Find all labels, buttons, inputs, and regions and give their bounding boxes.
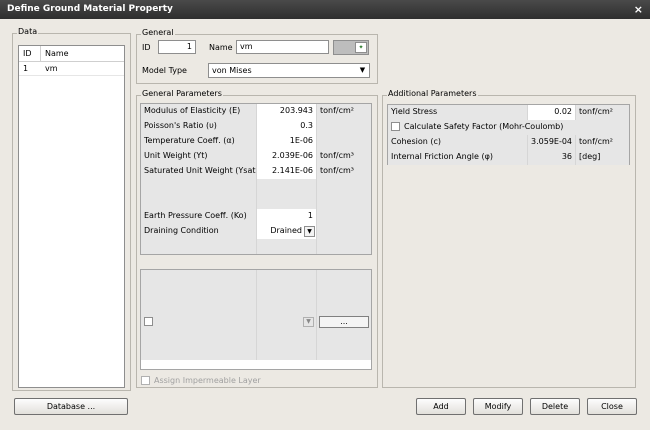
general-group-title: General — [141, 28, 175, 37]
window-title: Define Ground Material Property — [7, 4, 173, 14]
safety-factor-checkbox[interactable] — [391, 122, 400, 131]
param-label: Modulus of Elasticity (E) — [141, 104, 257, 119]
close-button[interactable]: Close — [587, 398, 637, 415]
name-field[interactable]: vm — [236, 40, 329, 54]
chevron-down-icon[interactable]: ▼ — [303, 317, 314, 327]
chevron-down-icon: ▼ — [359, 66, 366, 74]
param-label: Saturated Unit Weight (Ysat) — [141, 164, 257, 179]
title-bar: Define Ground Material Property × — [0, 0, 650, 19]
list-item-id: 1 — [23, 64, 29, 73]
param-value-field[interactable]: 0.3 — [257, 119, 317, 134]
friction-angle-field[interactable]: 36 — [528, 150, 576, 165]
table-row: Temperature Coeff. (α) 1E-06 — [141, 134, 371, 149]
param-unit: tonf/cm³ — [317, 164, 371, 179]
column-header-name[interactable]: Name — [41, 46, 69, 61]
id-field[interactable]: 1 — [158, 40, 196, 54]
param-value-field[interactable]: 203.943 — [257, 104, 317, 119]
cohesion-label: Cohesion (c) — [388, 135, 528, 150]
assign-impermeable-layer[interactable]: Assign Impermeable Layer — [141, 376, 261, 385]
friction-angle-label: Internal Friction Angle (φ) — [388, 150, 528, 165]
cohesion-field[interactable]: 3.059E-04 — [528, 135, 576, 150]
table-row: Modulus of Elasticity (E) 203.943 tonf/c… — [141, 104, 371, 119]
table-row: Earth Pressure Coeff. (Ko) 1 — [141, 209, 371, 224]
safety-factor-option[interactable]: Calculate Safety Factor (Mohr-Coulomb) — [388, 120, 629, 135]
additional-parameters-grid: Yield Stress 0.02 tonf/cm² Calculate Saf… — [387, 104, 630, 165]
data-list[interactable]: ID Name 1 vm — [18, 45, 125, 388]
model-type-select[interactable]: von Mises ▼ — [208, 63, 370, 78]
yield-stress-label: Yield Stress — [388, 105, 528, 120]
permeability-grid: ▼ ... — [140, 269, 372, 370]
close-icon[interactable]: × — [634, 0, 643, 19]
color-swatch-icon: ✦ — [355, 42, 367, 53]
drain-label: Draining Condition — [141, 224, 257, 239]
general-parameters-title: General Parameters — [141, 89, 223, 98]
general-parameters-grid: Modulus of Elasticity (E) 203.943 tonf/c… — [140, 103, 372, 255]
table-row: Calculate Safety Factor (Mohr-Coulomb) — [388, 120, 629, 135]
delete-button[interactable]: Delete — [530, 398, 580, 415]
param-label: Unit Weight (Yt) — [141, 149, 257, 164]
column-header-id[interactable]: ID — [19, 46, 41, 61]
list-item[interactable]: 1 vm — [19, 62, 124, 76]
table-row: Internal Friction Angle (φ) 36 [deg] — [388, 150, 629, 165]
param-value-field[interactable]: 2.039E-06 — [257, 149, 317, 164]
safety-factor-label: Calculate Safety Factor (Mohr-Coulomb) — [404, 122, 564, 131]
additional-parameters-title: Additional Parameters — [387, 89, 478, 98]
name-label: Name — [209, 43, 233, 52]
cohesion-unit: tonf/cm² — [576, 135, 629, 150]
color-picker-button[interactable]: ✦ — [333, 40, 369, 55]
friction-angle-unit: [deg] — [576, 150, 629, 165]
table-row: Saturated Unit Weight (Ysat) 2.141E-06 t… — [141, 164, 371, 179]
param-label: Temperature Coeff. (α) — [141, 134, 257, 149]
drain-value: Drained — [270, 226, 302, 235]
table-row — [141, 179, 371, 194]
model-type-label: Model Type — [142, 66, 187, 75]
dialog-window: Define Ground Material Property × Data I… — [0, 0, 650, 430]
add-button[interactable]: Add — [416, 398, 466, 415]
table-row — [141, 239, 371, 254]
data-group-title: Data — [17, 27, 39, 36]
table-row: Draining Condition Drained ▼ — [141, 224, 371, 239]
param-unit: tonf/cm³ — [317, 149, 371, 164]
impermeable-label: Assign Impermeable Layer — [154, 376, 261, 385]
modify-button[interactable]: Modify — [473, 398, 523, 415]
param-unit — [317, 119, 371, 134]
table-row: Unit Weight (Yt) 2.039E-06 tonf/cm³ — [141, 149, 371, 164]
param-unit: tonf/cm² — [317, 104, 371, 119]
data-list-header: ID Name — [19, 46, 124, 62]
impermeable-checkbox[interactable] — [141, 376, 150, 385]
list-item-name: vm — [45, 64, 58, 73]
chevron-down-icon[interactable]: ▼ — [304, 226, 315, 237]
browse-button[interactable]: ... — [319, 316, 369, 328]
table-row — [141, 194, 371, 209]
id-label: ID — [142, 43, 151, 52]
database-button[interactable]: Database ... — [14, 398, 128, 415]
yield-stress-field[interactable]: 0.02 — [528, 105, 576, 120]
table-row: ▼ ... — [141, 315, 371, 330]
model-type-value: von Mises — [212, 66, 252, 75]
param-unit — [317, 134, 371, 149]
ko-value-field[interactable]: 1 — [257, 209, 317, 224]
table-row: Yield Stress 0.02 tonf/cm² — [388, 105, 629, 120]
permeability-checkbox[interactable] — [144, 317, 153, 326]
ko-label: Earth Pressure Coeff. (Ko) — [141, 209, 257, 224]
param-value-field[interactable]: 1E-06 — [257, 134, 317, 149]
param-value-field[interactable]: 2.141E-06 — [257, 164, 317, 179]
table-row: Poisson's Ratio (υ) 0.3 — [141, 119, 371, 134]
yield-stress-unit: tonf/cm² — [576, 105, 629, 120]
table-row: Cohesion (c) 3.059E-04 tonf/cm² — [388, 135, 629, 150]
param-label: Poisson's Ratio (υ) — [141, 119, 257, 134]
